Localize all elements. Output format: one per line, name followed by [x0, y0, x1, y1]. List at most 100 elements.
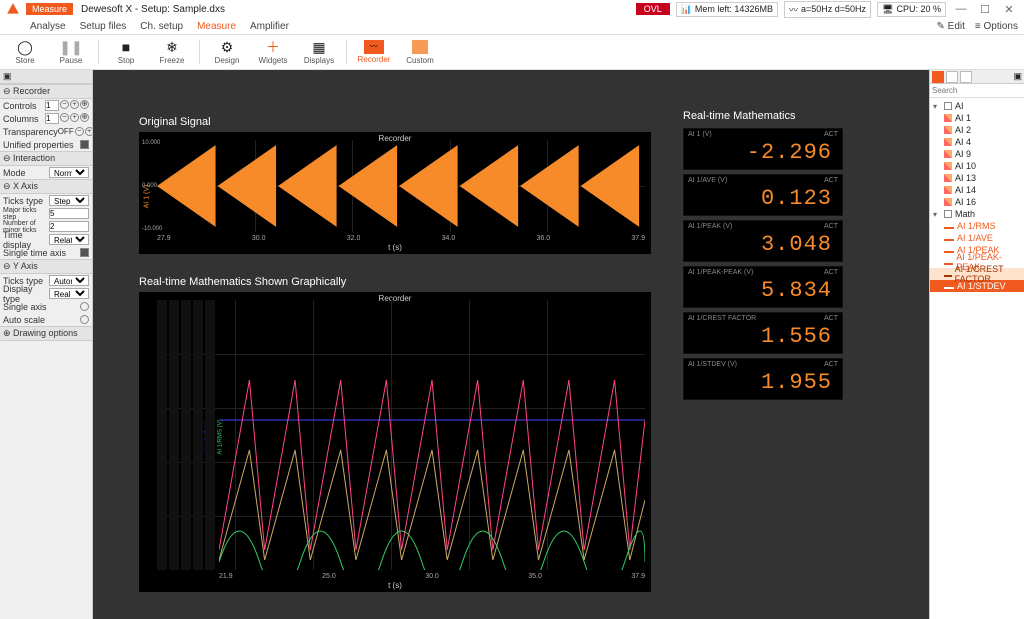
- tab-ch-setup[interactable]: Ch. setup: [140, 21, 183, 32]
- recorder-icon: 〰: [364, 40, 384, 54]
- tree-ai-item[interactable]: AI 9: [930, 148, 1024, 160]
- stop-icon: ■: [118, 39, 134, 55]
- record-icon: ◯: [17, 39, 33, 55]
- properties-panel: ▣ ⊖ Recorder Controls−+⊕ Columns−+⊕ Tran…: [0, 70, 93, 619]
- tree-ai-item[interactable]: AI 1: [930, 112, 1024, 124]
- tree-ai-item[interactable]: AI 14: [930, 184, 1024, 196]
- section-xaxis[interactable]: ⊖ X Axis: [0, 179, 92, 194]
- mode-label: Mode: [3, 168, 26, 178]
- custom-icon: [412, 39, 428, 55]
- single-time-check[interactable]: [80, 248, 89, 257]
- tree-ai-item[interactable]: AI 16: [930, 196, 1024, 208]
- minimize-button[interactable]: —: [952, 3, 970, 15]
- tree-tab-list[interactable]: [932, 71, 944, 83]
- tab-measure[interactable]: Measure: [197, 21, 236, 32]
- rt-math-readouts: AI 1 (V)ACT-2.296 AI 1/AVE (V)ACT0.123 A…: [683, 128, 843, 404]
- window-title: Dewesoft X - Setup: Sample.dxs: [81, 4, 225, 15]
- readout-ai1[interactable]: AI 1 (V)ACT-2.296: [683, 128, 843, 170]
- grid-icon: ▦: [311, 39, 327, 55]
- display-canvas: Original Signal Recorder AI 1 (V) 10.000…: [93, 70, 929, 619]
- toolbar: ◯Store ❚❚Pause ■Stop ❄Freeze ⚙Design ＋Wi…: [0, 34, 1024, 70]
- tree-root-ai[interactable]: ▾AI: [930, 100, 1024, 112]
- time-disp-select[interactable]: Relative: [49, 234, 89, 245]
- edit-menu[interactable]: ✎ Edit: [937, 21, 965, 32]
- readout-crest[interactable]: AI 1/CREST FACTORACT1.556: [683, 312, 843, 354]
- pause-button[interactable]: ❚❚Pause: [50, 35, 92, 69]
- multiwave-icon: [219, 300, 645, 570]
- tree-tab-grid[interactable]: [946, 71, 958, 83]
- ticks-type-select[interactable]: Step: [49, 195, 89, 206]
- mem-stat: 📊Mem left: 14326MB: [676, 2, 778, 17]
- app-logo-icon: [6, 2, 20, 16]
- orig-signal-title: Original Signal: [139, 116, 211, 128]
- tree-math-item[interactable]: AI 1/RMS: [930, 220, 1024, 232]
- yticks-type-select[interactable]: Automatic: [49, 275, 89, 286]
- transparency-label: Transparency: [3, 127, 58, 137]
- tab-setup-files[interactable]: Setup files: [80, 21, 127, 32]
- plus-icon: ＋: [265, 39, 281, 55]
- major-step-input[interactable]: [49, 208, 89, 219]
- design-button[interactable]: ⚙Design: [206, 35, 248, 69]
- cpu-stat: 🖥CPU: 20 %: [877, 2, 946, 17]
- stop-button[interactable]: ■Stop: [105, 35, 147, 69]
- tree-ai-item[interactable]: AI 13: [930, 172, 1024, 184]
- tree-ai-item[interactable]: AI 2: [930, 124, 1024, 136]
- disp-type-select[interactable]: Real value: [49, 288, 89, 299]
- freeze-button[interactable]: ❄Freeze: [151, 35, 193, 69]
- tree-root-math[interactable]: ▾Math: [930, 208, 1024, 220]
- original-signal-plot[interactable]: Recorder AI 1 (V) 10.0000.000-10.000 27.…: [139, 132, 651, 254]
- tree-ai-item[interactable]: AI 4: [930, 136, 1024, 148]
- rt-math-plot[interactable]: Recorder AI 1/STDEV (-) AI 1/CREST FACTO…: [139, 292, 651, 592]
- readout-stdev[interactable]: AI 1/STDEV (V)ACT1.955: [683, 358, 843, 400]
- channel-tree-panel: ▣ 🔍 ▾AI AI 1 AI 2 AI 4 AI 9 AI 10 AI 13 …: [929, 70, 1024, 619]
- unified-label: Unified properties: [3, 140, 74, 150]
- single-time-label: Single time axis: [3, 248, 66, 258]
- major-step-label: Major ticks step: [3, 207, 49, 221]
- controls-input[interactable]: [45, 100, 59, 111]
- time-disp-label: Time display: [3, 230, 49, 250]
- store-button[interactable]: ◯Store: [4, 35, 46, 69]
- disp-type-label: Display type: [3, 284, 49, 304]
- plot1-xlabel: t (s): [388, 243, 402, 252]
- recorder-button[interactable]: 〰Recorder: [353, 35, 395, 69]
- minor-num-input[interactable]: [49, 221, 89, 232]
- auto-scale-label: Auto scale: [3, 315, 45, 325]
- section-yaxis[interactable]: ⊖ Y Axis: [0, 259, 92, 274]
- waveform-icon: [157, 140, 645, 232]
- close-button[interactable]: ✕: [1000, 3, 1018, 16]
- unified-check[interactable]: [80, 140, 89, 149]
- displays-button[interactable]: ▦Displays: [298, 35, 340, 69]
- maximize-button[interactable]: ☐: [976, 3, 994, 16]
- readout-ave[interactable]: AI 1/AVE (V)ACT0.123: [683, 174, 843, 216]
- section-recorder[interactable]: ⊖ Recorder: [0, 84, 92, 99]
- columns-input[interactable]: [45, 113, 59, 124]
- tree-search-input[interactable]: [932, 86, 1024, 95]
- tab-analyse[interactable]: Analyse: [30, 21, 66, 32]
- rt-graph-title: Real-time Mathematics Shown Graphically: [139, 276, 346, 288]
- single-axis-radio[interactable]: [80, 302, 89, 311]
- readout-peakpeak[interactable]: AI 1/PEAK-PEAK (V)ACT5.834: [683, 266, 843, 308]
- freq-stat: 〰a=50Hz d=50Hz: [784, 1, 871, 18]
- columns-label: Columns: [3, 114, 39, 124]
- tree-ai-item[interactable]: AI 10: [930, 160, 1024, 172]
- section-interaction[interactable]: ⊖ Interaction: [0, 151, 92, 166]
- widgets-button[interactable]: ＋Widgets: [252, 35, 294, 69]
- options-menu[interactable]: ≡ Options: [975, 21, 1018, 32]
- section-drawing[interactable]: ⊕ Drawing options: [0, 326, 92, 341]
- title-bar: Measure Dewesoft X - Setup: Sample.dxs O…: [0, 0, 1024, 18]
- single-axis-label: Single axis: [3, 302, 47, 312]
- tree-math-item[interactable]: AI 1/AVE: [930, 232, 1024, 244]
- mode-pill: Measure: [26, 3, 73, 15]
- tree-tab-cursor[interactable]: [960, 71, 972, 83]
- tab-amplifier[interactable]: Amplifier: [250, 21, 289, 32]
- custom-button[interactable]: Custom: [399, 35, 441, 69]
- menu-bar: Analyse Setup files Ch. setup Measure Am…: [0, 18, 1024, 34]
- tree-math-item[interactable]: AI 1/CREST FACTOR: [930, 268, 1024, 280]
- ticks-type-label: Ticks type: [3, 196, 43, 206]
- readout-peak[interactable]: AI 1/PEAK (V)ACT3.048: [683, 220, 843, 262]
- controls-label: Controls: [3, 101, 37, 111]
- mode-select[interactable]: Normal: [49, 167, 89, 178]
- panel-toggle-icon[interactable]: ▣: [3, 71, 12, 82]
- auto-scale-radio[interactable]: [80, 315, 89, 324]
- tree-collapse-icon[interactable]: ▣: [1013, 71, 1022, 82]
